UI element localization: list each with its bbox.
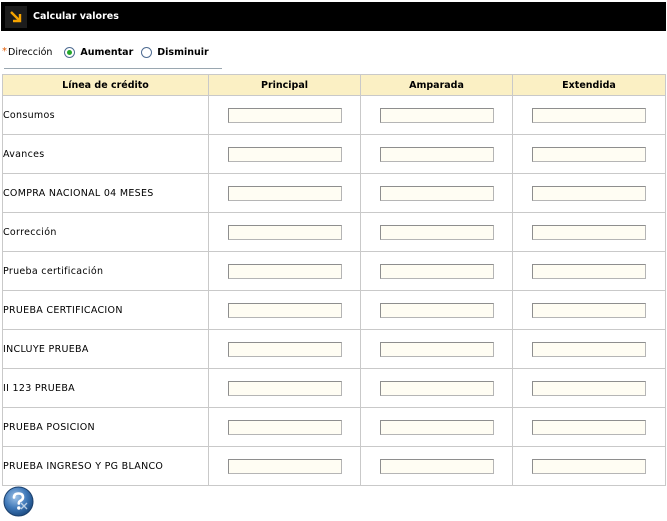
credit-line-name: PRUEBA INGRESO Y PG BLANCO xyxy=(2,446,209,486)
extendida-input[interactable] xyxy=(532,263,646,279)
principal-input[interactable] xyxy=(227,224,342,240)
table-row: PRUEBA INGRESO Y PG BLANCO xyxy=(2,446,666,486)
credit-line-name: Consumos xyxy=(2,95,209,135)
column-header-amparada: Amparada xyxy=(360,74,513,96)
amparada-input[interactable] xyxy=(379,380,494,396)
help-icon xyxy=(3,486,34,517)
title-bar: Calcular valores xyxy=(1,2,666,31)
principal-input[interactable] xyxy=(227,458,342,474)
column-header-credit-line: Línea de crédito xyxy=(2,74,209,96)
extendida-input[interactable] xyxy=(532,458,646,474)
credit-line-name: PRUEBA POSICION xyxy=(2,407,209,447)
principal-input[interactable] xyxy=(227,302,342,318)
column-header-extendida: Extendida xyxy=(512,74,666,96)
table-row: Avances xyxy=(2,134,666,174)
credit-line-name: Avances xyxy=(2,134,209,174)
required-marker: * xyxy=(2,45,7,57)
amparada-input[interactable] xyxy=(379,146,494,162)
arrow-down-right-icon xyxy=(5,5,27,28)
amparada-input[interactable] xyxy=(379,458,494,474)
radio-aumentar[interactable] xyxy=(64,46,76,58)
help-button[interactable] xyxy=(3,486,34,517)
credit-line-name: PRUEBA CERTIFICACION xyxy=(2,290,209,330)
extendida-input[interactable] xyxy=(532,146,646,162)
direction-field: * Dirección Aumentar Disminuir xyxy=(2,38,222,66)
radio-disminuir[interactable] xyxy=(141,46,153,58)
credit-line-name: II 123 PRUEBA xyxy=(2,368,209,408)
credit-line-name: Corrección xyxy=(2,212,209,252)
principal-input[interactable] xyxy=(227,107,342,123)
table-row: PRUEBA POSICION xyxy=(2,407,666,447)
credit-line-name: Prueba certificación xyxy=(2,251,209,291)
table-row: Corrección xyxy=(2,212,666,252)
amparada-input[interactable] xyxy=(379,263,494,279)
extendida-input[interactable] xyxy=(532,380,646,396)
amparada-input[interactable] xyxy=(379,107,494,123)
principal-input[interactable] xyxy=(227,146,342,162)
principal-input[interactable] xyxy=(227,263,342,279)
principal-input[interactable] xyxy=(227,185,342,201)
extendida-input[interactable] xyxy=(532,224,646,240)
amparada-input[interactable] xyxy=(379,302,494,318)
extendida-input[interactable] xyxy=(532,419,646,435)
credit-lines-table: Línea de crédito Principal Amparada Exte… xyxy=(2,74,666,486)
table-row: Consumos xyxy=(2,95,666,135)
credit-line-name: INCLUYE PRUEBA xyxy=(2,329,209,369)
column-header-principal: Principal xyxy=(208,74,361,96)
amparada-input[interactable] xyxy=(379,224,494,240)
table-row: PRUEBA CERTIFICACION xyxy=(2,290,666,330)
principal-input[interactable] xyxy=(227,419,342,435)
direction-label: Dirección xyxy=(8,46,53,58)
extendida-input[interactable] xyxy=(532,302,646,318)
table-row: Prueba certificación xyxy=(2,251,666,291)
window-title: Calcular valores xyxy=(33,11,119,22)
amparada-input[interactable] xyxy=(379,185,494,201)
radio-disminuir-label[interactable]: Disminuir xyxy=(157,47,208,58)
extendida-input[interactable] xyxy=(532,185,646,201)
extendida-input[interactable] xyxy=(532,107,646,123)
extendida-input[interactable] xyxy=(532,341,646,357)
principal-input[interactable] xyxy=(227,380,342,396)
amparada-input[interactable] xyxy=(379,341,494,357)
table-row: INCLUYE PRUEBA xyxy=(2,329,666,369)
table-row: COMPRA NACIONAL 04 MESES xyxy=(2,173,666,213)
table-header-row: Línea de crédito Principal Amparada Exte… xyxy=(2,74,666,96)
table-row: II 123 PRUEBA xyxy=(2,368,666,408)
radio-aumentar-label[interactable]: Aumentar xyxy=(80,47,133,58)
credit-line-name: COMPRA NACIONAL 04 MESES xyxy=(2,173,209,213)
divider xyxy=(4,68,222,69)
amparada-input[interactable] xyxy=(379,419,494,435)
principal-input[interactable] xyxy=(227,341,342,357)
